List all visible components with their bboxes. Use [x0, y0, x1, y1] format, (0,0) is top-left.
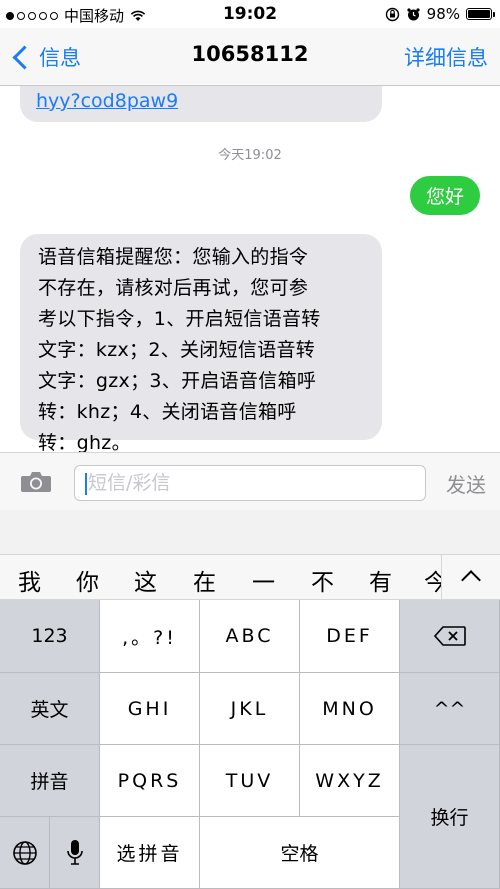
- candidate-word[interactable]: 在: [193, 563, 216, 597]
- key-label: PQRS: [117, 769, 182, 792]
- newline-key[interactable]: 换行: [400, 745, 500, 889]
- message-line: 考以下指令，1、开启短信语音转: [38, 308, 321, 330]
- key-def[interactable]: DEF: [300, 600, 400, 673]
- key-jkl[interactable]: JKL: [200, 673, 300, 745]
- mic-key[interactable]: [50, 817, 100, 889]
- key-abc[interactable]: ABC: [200, 600, 300, 673]
- chevron-up-icon: [461, 570, 481, 590]
- space-key[interactable]: 空格: [200, 817, 400, 889]
- message-line: 转：ghz。: [38, 432, 131, 452]
- globe-key[interactable]: [0, 817, 50, 889]
- message-timestamp: 今天19:02: [218, 148, 282, 163]
- key-label: JKL: [230, 697, 269, 720]
- candidate-word[interactable]: 一: [252, 563, 275, 597]
- message-line: 文字：kzx；2、关闭短信语音转: [38, 339, 316, 361]
- microphone-icon: [66, 839, 83, 865]
- message-input[interactable]: 短信/彩信: [74, 465, 426, 501]
- delete-icon: [433, 626, 466, 646]
- battery-percent: 98%: [426, 5, 460, 23]
- message-line: 不存在，请核对后再试，您可参: [38, 277, 309, 299]
- key-mno[interactable]: MNO: [300, 673, 400, 745]
- select-pinyin-key[interactable]: 选拼音: [100, 817, 200, 889]
- key-label: 空格: [280, 843, 319, 865]
- alarm-icon: [407, 7, 420, 20]
- send-button[interactable]: 发送: [446, 469, 486, 498]
- expand-candidates-button[interactable]: [441, 555, 500, 599]
- keyboard-gap: [0, 510, 500, 554]
- rotation-lock-icon: [385, 7, 399, 21]
- message-line: 转：khz；4、关闭语音信箱呼: [38, 401, 297, 423]
- candidate-word[interactable]: 你: [76, 563, 99, 597]
- key-label: WXYZ: [315, 769, 384, 792]
- key-label: ^^: [433, 697, 466, 720]
- status-bar: 中国移动 19:02 98%: [0, 0, 500, 28]
- text-caret: [85, 472, 87, 495]
- candidate-word[interactable]: 我: [18, 563, 41, 597]
- keyboard: 123 ,。?! ABC DEF 英文 GHI JKL MNO ^^ 拼音 PQ…: [0, 600, 500, 889]
- battery-icon: [466, 8, 495, 20]
- key-punctuation[interactable]: ,。?!: [100, 600, 200, 673]
- camera-icon[interactable]: [20, 471, 52, 493]
- key-label: 拼音: [30, 771, 69, 793]
- candidate-word[interactable]: 不: [311, 563, 334, 597]
- message-line: 文字：gzx；3、开启语音信箱呼: [38, 370, 317, 392]
- key-123[interactable]: 123: [0, 600, 100, 673]
- key-pinyin[interactable]: 拼音: [0, 745, 100, 817]
- key-label: GHI: [127, 697, 172, 720]
- message-line: 语音信箱提醒您：您输入的指令: [38, 246, 309, 268]
- candidate-bar: 我 你 这 在 一 不 有 今: [0, 554, 500, 600]
- key-english[interactable]: 英文: [0, 673, 100, 745]
- key-label: TUV: [225, 769, 274, 792]
- delete-key[interactable]: [400, 600, 500, 673]
- key-label: DEF: [326, 625, 373, 647]
- key-emoticon[interactable]: ^^: [400, 673, 500, 745]
- nav-bar: 信息 10658112 详细信息: [0, 28, 500, 86]
- key-label: 英文: [30, 699, 69, 721]
- key-pqrs[interactable]: PQRS: [100, 745, 200, 817]
- key-label: ,。?!: [122, 626, 177, 649]
- message-list[interactable]: hyy?cod8paw9 今天19:02 您好 语音信箱提醒您：您输入的指令 不…: [0, 86, 500, 452]
- key-label: 选拼音: [116, 843, 183, 865]
- received-message: 语音信箱提醒您：您输入的指令 不存在，请核对后再试，您可参 考以下指令，1、开启…: [20, 234, 382, 452]
- details-button[interactable]: 详细信息: [404, 42, 488, 72]
- key-ghi[interactable]: GHI: [100, 673, 200, 745]
- compose-bar: 短信/彩信 发送: [0, 452, 500, 510]
- input-placeholder: 短信/彩信: [88, 472, 171, 494]
- globe-icon: [12, 840, 37, 865]
- status-right: 98%: [385, 5, 495, 23]
- key-label: 123: [31, 625, 68, 647]
- key-tuv[interactable]: TUV: [200, 745, 300, 817]
- sent-message: 您好: [409, 176, 480, 215]
- key-wxyz[interactable]: WXYZ: [300, 745, 400, 817]
- candidate-word[interactable]: 有: [369, 563, 392, 597]
- key-label: 换行: [430, 807, 469, 829]
- key-label: ABC: [225, 625, 274, 647]
- key-label: MNO: [322, 697, 377, 720]
- received-message-previous: hyy?cod8paw9: [20, 86, 382, 122]
- message-link[interactable]: hyy?cod8paw9: [36, 90, 178, 112]
- candidate-word[interactable]: 这: [134, 563, 157, 597]
